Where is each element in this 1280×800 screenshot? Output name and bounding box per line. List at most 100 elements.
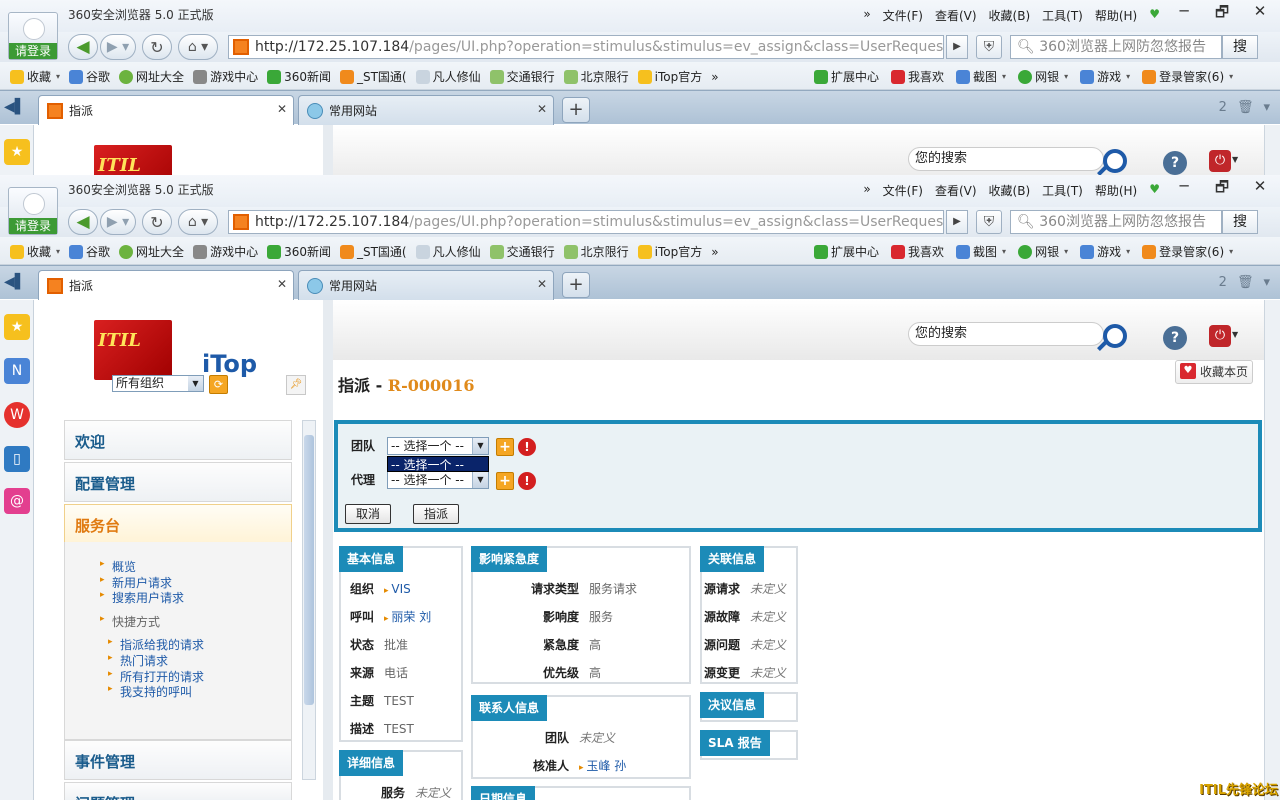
page-scrollbar[interactable] xyxy=(1264,300,1280,800)
fav-traffic[interactable]: 北京限行 xyxy=(563,68,629,85)
go-button[interactable]: ▶ xyxy=(946,210,968,234)
power-icon[interactable]: ⏻ xyxy=(1209,325,1231,347)
sidebar-scrollbar[interactable] xyxy=(302,420,316,780)
fav-bank[interactable]: 交通银行 xyxy=(489,243,555,260)
menu-file[interactable]: 文件(F) xyxy=(883,182,923,199)
fav-collect[interactable]: 收藏 ▾ xyxy=(10,243,60,260)
ebank[interactable]: 网银 ▾ xyxy=(1018,68,1068,85)
tab-assign[interactable]: 指派 ✕ xyxy=(38,95,294,125)
menu-help[interactable]: 帮助(H) xyxy=(1095,7,1137,24)
link-hot-requests[interactable]: 热门请求 xyxy=(108,652,168,669)
email-icon[interactable]: @ xyxy=(4,488,30,514)
minimize-icon[interactable]: ─ xyxy=(1172,177,1196,202)
fav-more-icon[interactable]: » xyxy=(711,68,718,85)
go-button[interactable]: ▶ xyxy=(946,35,968,59)
tab-common-sites[interactable]: 常用网站 ✕ xyxy=(298,270,554,300)
page-scrollbar[interactable] xyxy=(1264,125,1280,175)
assign-button[interactable]: 指派 xyxy=(413,504,459,524)
shield-icon[interactable]: ⛨ xyxy=(976,210,1002,234)
fav-itop[interactable]: iTop官方 xyxy=(637,68,702,85)
web-search-input[interactable]: 🔍︎ 360浏览器上网防忽悠报告 xyxy=(1010,210,1222,234)
back-button[interactable]: ◀ xyxy=(68,209,98,235)
fav-st[interactable]: _ST国通( xyxy=(339,243,407,260)
approver-link[interactable]: 玉峰 孙 xyxy=(579,759,626,773)
screenshot[interactable]: 截图 ▾ xyxy=(956,68,1006,85)
trash-icon[interactable]: 🗑︎ xyxy=(1237,275,1254,290)
star-icon[interactable]: ★ xyxy=(4,139,30,165)
itop-search-input[interactable]: 您的搜索 xyxy=(908,322,1104,346)
sidebar-item-config[interactable]: 配置管理 xyxy=(64,462,292,502)
link-overview[interactable]: 概览 xyxy=(100,558,136,575)
user-avatar[interactable]: 请登录 xyxy=(8,187,58,235)
refresh-button[interactable]: ↻ xyxy=(142,209,172,235)
fav-news[interactable]: 360新闻 xyxy=(267,243,331,260)
menu-view[interactable]: 查看(V) xyxy=(935,182,977,199)
bookmark-page-button[interactable]: 收藏本页 xyxy=(1175,360,1253,384)
sidebar-item-incident[interactable]: 事件管理 xyxy=(64,740,292,780)
agent-select[interactable]: -- 选择一个 -- ▼ xyxy=(387,471,489,489)
web-search-button[interactable]: 搜 xyxy=(1222,35,1258,59)
team-select[interactable]: -- 选择一个 -- ▼ xyxy=(387,437,489,455)
close-icon[interactable]: ✕ xyxy=(1248,2,1272,27)
sidebar-toggle-icon[interactable]: ◀▌ xyxy=(4,274,26,292)
fav-google[interactable]: 谷歌 xyxy=(69,68,110,85)
address-bar[interactable]: http://172.25.107.184 /pages/UI.php?oper… xyxy=(228,210,944,234)
tab-common-sites[interactable]: 常用网站 ✕ xyxy=(298,95,554,125)
games[interactable]: 游戏 ▾ xyxy=(1080,243,1130,260)
fav-games[interactable]: 游戏中心 xyxy=(193,243,258,260)
close-icon[interactable]: ✕ xyxy=(537,277,547,291)
fav-traffic[interactable]: 北京限行 xyxy=(563,243,629,260)
sidebar-item-problem[interactable]: 问题管理 xyxy=(64,782,292,800)
trash-icon[interactable]: 🗑︎ xyxy=(1237,100,1254,115)
fav-more-icon[interactable]: » xyxy=(711,243,718,260)
web-search-input[interactable]: 🔍︎ 360浏览器上网防忽悠报告 xyxy=(1010,35,1222,59)
new-tab-button[interactable]: + xyxy=(562,272,590,298)
sidebar-item-helpdesk[interactable]: 服务台 xyxy=(64,504,292,544)
new-tab-button[interactable]: + xyxy=(562,97,590,123)
sidebar-toggle-icon[interactable]: ◀▌ xyxy=(4,99,26,117)
menu-tools[interactable]: 工具(T) xyxy=(1042,7,1083,24)
link-my-calls[interactable]: 我支持的呼叫 xyxy=(108,683,192,700)
help-icon[interactable]: ? xyxy=(1163,151,1187,175)
link-search-request[interactable]: 搜索用户请求 xyxy=(100,589,184,606)
fav-collect[interactable]: 收藏 ▾ xyxy=(10,68,60,85)
fav-st[interactable]: _ST国通( xyxy=(339,68,407,85)
menu-view[interactable]: 查看(V) xyxy=(935,7,977,24)
fav-sites[interactable]: 网址大全 xyxy=(119,68,184,85)
skin-shirt-icon[interactable]: ♥ xyxy=(1149,182,1160,199)
fav-novel[interactable]: 凡人修仙 xyxy=(415,68,481,85)
search-icon[interactable] xyxy=(1103,149,1127,173)
news-icon[interactable]: N xyxy=(4,358,30,384)
team-add-button[interactable]: + xyxy=(496,438,514,456)
ebank[interactable]: 网银 ▾ xyxy=(1018,243,1068,260)
back-button[interactable]: ◀ xyxy=(68,34,98,60)
caller-link[interactable]: 丽荣 刘 xyxy=(384,610,431,624)
chevron-down-icon[interactable]: ▼ xyxy=(1232,330,1238,339)
fav-novel[interactable]: 凡人修仙 xyxy=(415,243,481,260)
org-link[interactable]: VIS xyxy=(384,582,411,596)
chevron-down-icon[interactable]: ▾ xyxy=(1263,100,1270,115)
agent-add-button[interactable]: + xyxy=(496,472,514,490)
power-icon[interactable]: ⏻ xyxy=(1209,150,1231,172)
organization-select[interactable]: 所有组织 ▼ xyxy=(112,375,204,392)
screenshot[interactable]: 截图 ▾ xyxy=(956,243,1006,260)
tab-assign[interactable]: 指派 ✕ xyxy=(38,270,294,300)
login-manager[interactable]: 登录管家(6) ▾ xyxy=(1142,68,1233,85)
menu-more-icon[interactable]: » xyxy=(863,182,870,199)
panel-splitter[interactable] xyxy=(323,125,333,175)
user-avatar[interactable]: 请登录 xyxy=(8,12,58,60)
fav-bank[interactable]: 交通银行 xyxy=(489,68,555,85)
search-icon[interactable] xyxy=(1103,324,1127,348)
link-assigned-to-me[interactable]: 指派给我的请求 xyxy=(108,636,204,653)
home-button[interactable]: ⌂ ▾ xyxy=(178,34,218,60)
my-likes[interactable]: 我喜欢 xyxy=(891,68,944,85)
fav-games[interactable]: 游戏中心 xyxy=(193,68,258,85)
org-apply-button[interactable]: ⟳ xyxy=(209,375,228,394)
chevron-down-icon[interactable]: ▼ xyxy=(1232,155,1238,164)
home-button[interactable]: ⌂ ▾ xyxy=(178,209,218,235)
close-icon[interactable]: ✕ xyxy=(537,102,547,116)
close-icon[interactable]: ✕ xyxy=(277,277,287,291)
skin-shirt-icon[interactable]: ♥ xyxy=(1149,7,1160,24)
address-bar[interactable]: http://172.25.107.184 /pages/UI.php?oper… xyxy=(228,35,944,59)
ext-center[interactable]: 扩展中心 xyxy=(814,243,879,260)
